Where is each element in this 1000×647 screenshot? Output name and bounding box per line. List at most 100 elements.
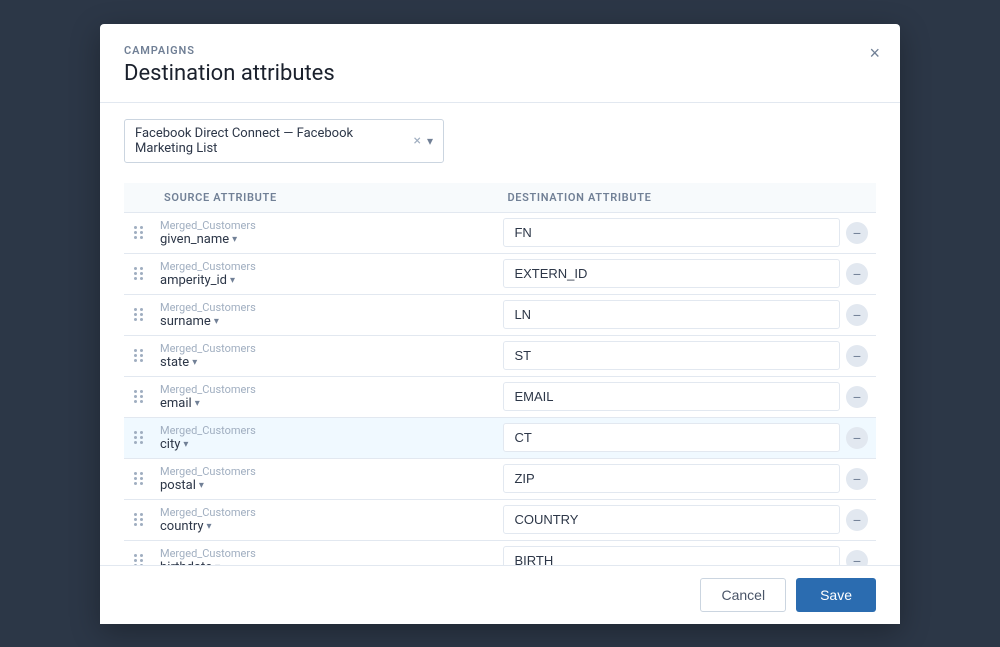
dropdown-value: Facebook Direct Connect — Facebook Marke… (135, 126, 413, 156)
source-table-name: Merged_Customers (160, 342, 487, 355)
dest-cell: − (495, 458, 876, 499)
cancel-button[interactable]: Cancel (700, 578, 786, 612)
save-button[interactable]: Save (796, 578, 876, 612)
minus-icon: − (853, 554, 861, 565)
source-field-name[interactable]: city ▾ (160, 437, 487, 452)
remove-row-button[interactable]: − (846, 550, 868, 565)
remove-row-button[interactable]: − (846, 386, 868, 408)
remove-row-button[interactable]: − (846, 222, 868, 244)
background-overlay: CAMPAIGNS Destination attributes × Faceb… (0, 0, 1000, 647)
dest-input[interactable] (503, 382, 840, 411)
source-field-name[interactable]: state ▾ (160, 355, 487, 370)
th-source: SOURCE ATTRIBUTE (152, 183, 495, 213)
dest-input[interactable] (503, 546, 840, 565)
field-chevron-icon: ▾ (199, 480, 204, 491)
dest-cell: − (495, 376, 876, 417)
minus-icon: − (853, 390, 861, 404)
drag-handle-cell (124, 458, 152, 499)
dest-cell: − (495, 499, 876, 540)
dropdown-chevron-icon: ▾ (427, 134, 433, 148)
table-row: Merged_Customers surname ▾ − (124, 294, 876, 335)
drag-handle[interactable] (134, 226, 144, 239)
drag-handle-cell (124, 335, 152, 376)
drag-handle[interactable] (134, 472, 144, 485)
table-row: Merged_Customers city ▾ − (124, 417, 876, 458)
source-table-name: Merged_Customers (160, 506, 487, 519)
source-field-name[interactable]: surname ▾ (160, 314, 487, 329)
remove-row-button[interactable]: − (846, 345, 868, 367)
minus-icon: − (853, 226, 861, 240)
source-cell: Merged_Customers state ▾ (152, 335, 495, 376)
source-cell: Merged_Customers city ▾ (152, 417, 495, 458)
drag-handle[interactable] (134, 554, 144, 565)
field-chevron-icon: ▾ (192, 357, 197, 368)
field-chevron-icon: ▾ (230, 275, 235, 286)
source-cell: Merged_Customers birthdate ▾ (152, 540, 495, 565)
source-table-name: Merged_Customers (160, 219, 487, 232)
source-cell: Merged_Customers amperity_id ▾ (152, 253, 495, 294)
drag-handle[interactable] (134, 267, 144, 280)
dropdown-clear-icon[interactable]: × (413, 133, 420, 149)
minus-icon: − (853, 349, 861, 363)
source-field-name[interactable]: amperity_id ▾ (160, 273, 487, 288)
drag-handle-cell (124, 294, 152, 335)
drag-handle-cell (124, 417, 152, 458)
remove-row-button[interactable]: − (846, 263, 868, 285)
field-chevron-icon: ▾ (195, 398, 200, 409)
drag-handle[interactable] (134, 349, 144, 362)
destination-attributes-modal: CAMPAIGNS Destination attributes × Faceb… (100, 24, 900, 624)
minus-icon: − (853, 513, 861, 527)
source-field-name[interactable]: country ▾ (160, 519, 487, 534)
drag-handle[interactable] (134, 390, 144, 403)
dest-input[interactable] (503, 300, 840, 329)
field-chevron-icon: ▾ (183, 439, 188, 450)
th-dest: DESTINATION ATTRIBUTE (495, 183, 876, 213)
remove-row-button[interactable]: − (846, 468, 868, 490)
connection-dropdown[interactable]: Facebook Direct Connect — Facebook Marke… (124, 119, 444, 163)
dest-cell: − (495, 212, 876, 253)
source-table-name: Merged_Customers (160, 260, 487, 273)
source-field-name[interactable]: postal ▾ (160, 478, 487, 493)
minus-icon: − (853, 267, 861, 281)
table-header: SOURCE ATTRIBUTE DESTINATION ATTRIBUTE (124, 183, 876, 213)
drag-handle[interactable] (134, 431, 144, 444)
dest-input[interactable] (503, 218, 840, 247)
source-cell: Merged_Customers given_name ▾ (152, 212, 495, 253)
minus-icon: − (853, 308, 861, 322)
field-chevron-icon: ▾ (232, 234, 237, 245)
table-body: Merged_Customers given_name ▾ − (124, 212, 876, 565)
drag-handle-cell (124, 499, 152, 540)
close-button[interactable]: × (865, 40, 884, 66)
dest-input[interactable] (503, 341, 840, 370)
dest-cell: − (495, 335, 876, 376)
drag-handle[interactable] (134, 513, 144, 526)
dest-input[interactable] (503, 259, 840, 288)
table-row: Merged_Customers state ▾ − (124, 335, 876, 376)
remove-row-button[interactable]: − (846, 509, 868, 531)
field-chevron-icon: ▾ (214, 316, 219, 327)
source-cell: Merged_Customers email ▾ (152, 376, 495, 417)
minus-icon: − (853, 472, 861, 486)
dest-cell: − (495, 540, 876, 565)
dest-cell: − (495, 417, 876, 458)
source-table-name: Merged_Customers (160, 424, 487, 437)
drag-handle-cell (124, 212, 152, 253)
table-row: Merged_Customers given_name ▾ − (124, 212, 876, 253)
dest-input[interactable] (503, 505, 840, 534)
table-row: Merged_Customers country ▾ − (124, 499, 876, 540)
source-field-name[interactable]: email ▾ (160, 396, 487, 411)
dest-input[interactable] (503, 423, 840, 452)
source-cell: Merged_Customers country ▾ (152, 499, 495, 540)
table-row: Merged_Customers postal ▾ − (124, 458, 876, 499)
dest-input[interactable] (503, 464, 840, 493)
drag-handle[interactable] (134, 308, 144, 321)
dest-cell: − (495, 253, 876, 294)
source-field-name[interactable]: given_name ▾ (160, 232, 487, 247)
remove-row-button[interactable]: − (846, 427, 868, 449)
modal-section-label: CAMPAIGNS (124, 44, 876, 57)
drag-handle-cell (124, 253, 152, 294)
attributes-table: SOURCE ATTRIBUTE DESTINATION ATTRIBUTE (124, 183, 876, 565)
drag-handle-cell (124, 540, 152, 565)
source-table-name: Merged_Customers (160, 465, 487, 478)
remove-row-button[interactable]: − (846, 304, 868, 326)
